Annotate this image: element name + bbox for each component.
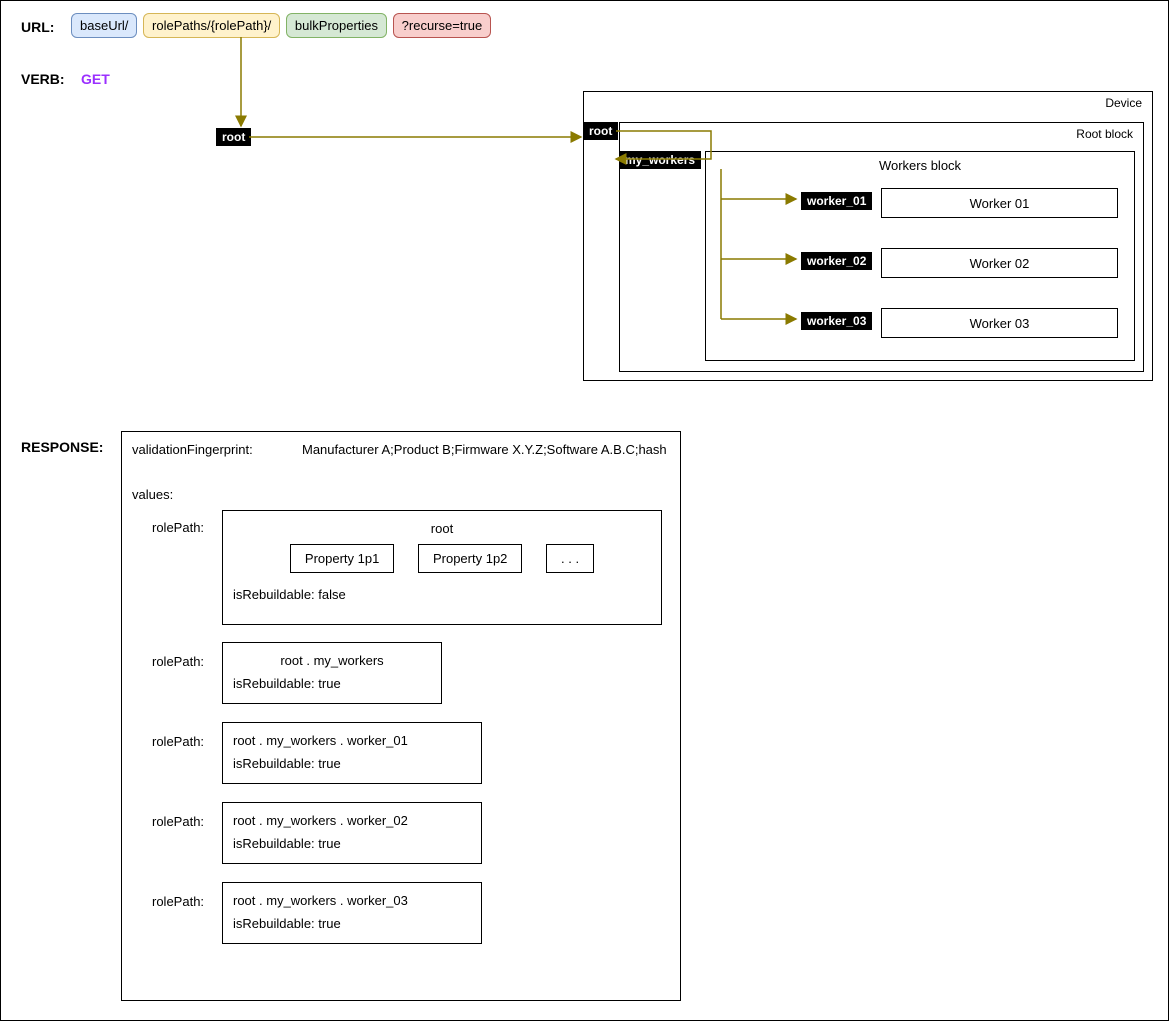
url-part-recurse: ?recurse=true <box>393 13 492 38</box>
rolepath-label-0: rolePath: <box>152 520 204 535</box>
worker-02-tag: worker_02 <box>801 252 872 270</box>
rolepath-label-1: rolePath: <box>152 654 204 669</box>
rolepath-label-2: rolePath: <box>152 734 204 749</box>
device-root-tag: root <box>583 122 618 140</box>
rolepath-block-worker02: root . my_workers . worker_02 isRebuilda… <box>222 802 482 864</box>
url-part-rolepaths: rolePaths/{rolePath}/ <box>143 13 280 38</box>
rolepath-title-4: root . my_workers . worker_03 <box>233 893 471 908</box>
rolepath-title-1: root . my_workers <box>233 653 431 668</box>
rolepath-title-2: root . my_workers . worker_01 <box>233 733 471 748</box>
response-panel: validationFingerprint: Manufacturer A;Pr… <box>121 431 681 1001</box>
rolepath-block-worker03: root . my_workers . worker_03 isRebuilda… <box>222 882 482 944</box>
validation-fingerprint-value: Manufacturer A;Product B;Firmware X.Y.Z;… <box>302 442 667 457</box>
url-label: URL: <box>21 19 54 35</box>
url-part-baseurl: baseUrl/ <box>71 13 137 38</box>
worker-02-box: Worker 02 <box>881 248 1118 278</box>
isrebuildable-2: isRebuildable: true <box>233 756 471 771</box>
validation-fingerprint-label: validationFingerprint: <box>132 442 253 457</box>
verb-label: VERB: <box>21 71 65 87</box>
worker-03-box: Worker 03 <box>881 308 1118 338</box>
values-label: values: <box>132 487 173 502</box>
verb-value: GET <box>81 71 110 87</box>
response-label: RESPONSE: <box>21 439 103 455</box>
my-workers-tag: my_workers <box>619 151 701 169</box>
rolepath-title-3: root . my_workers . worker_02 <box>233 813 471 828</box>
rolepath-label-3: rolePath: <box>152 814 204 829</box>
worker-01-box: Worker 01 <box>881 188 1118 218</box>
worker-01-tag: worker_01 <box>801 192 872 210</box>
isrebuildable-4: isRebuildable: true <box>233 916 471 931</box>
rolepath-label-4: rolePath: <box>152 894 204 909</box>
rolepath-block-myworkers: root . my_workers isRebuildable: true <box>222 642 442 704</box>
rolepath-block-root: root Property 1p1 Property 1p2 . . . isR… <box>222 510 662 625</box>
device-title: Device <box>1105 96 1142 110</box>
url-part-bulkproperties: bulkProperties <box>286 13 387 38</box>
workers-block-title: Workers block <box>706 158 1134 173</box>
workers-block: Workers block worker_01 Worker 01 worker… <box>705 151 1135 361</box>
worker-03-tag: worker_03 <box>801 312 872 330</box>
root-tag-left: root <box>216 128 251 146</box>
isrebuildable-0: isRebuildable: false <box>233 587 651 602</box>
root-block: Root block my_workers Workers block work… <box>619 122 1144 372</box>
device-panel: Device root Root block my_workers Worker… <box>583 91 1153 381</box>
property-cell-ellipsis: . . . <box>546 544 594 573</box>
property-cell-2: Property 1p2 <box>418 544 522 573</box>
isrebuildable-1: isRebuildable: true <box>233 676 431 691</box>
rolepath-block-worker01: root . my_workers . worker_01 isRebuilda… <box>222 722 482 784</box>
root-block-title: Root block <box>1076 127 1133 141</box>
property-cell-1: Property 1p1 <box>290 544 394 573</box>
isrebuildable-3: isRebuildable: true <box>233 836 471 851</box>
rolepath-title-0: root <box>233 521 651 536</box>
